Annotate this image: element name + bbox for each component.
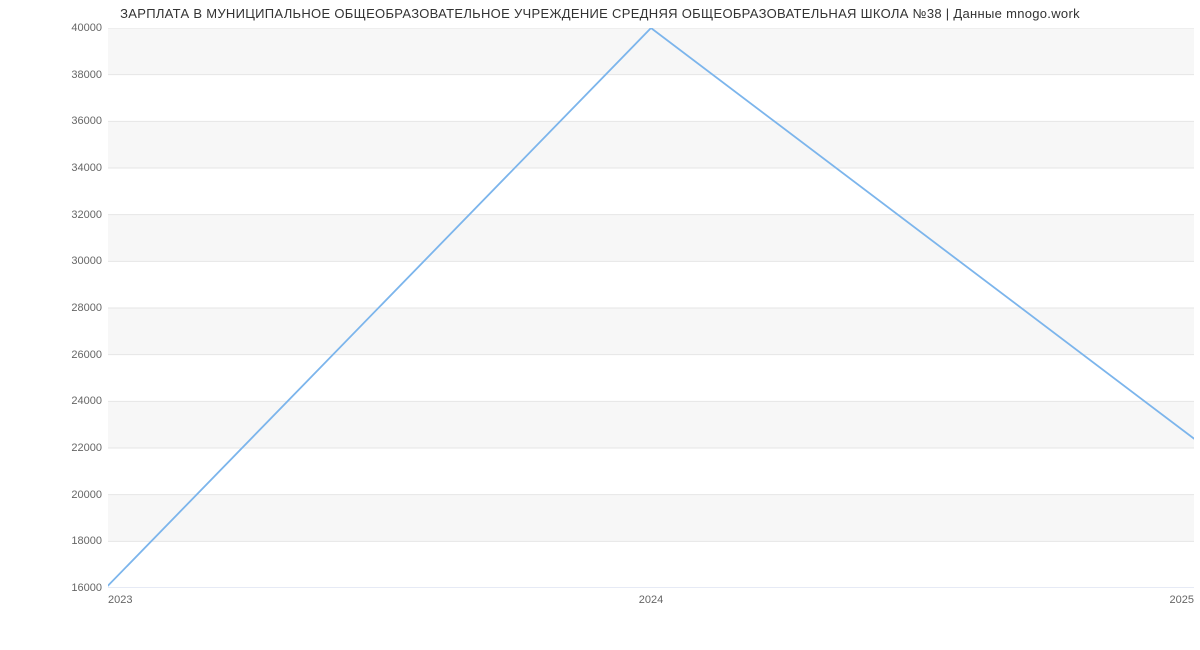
y-tick-label: 18000: [42, 535, 102, 547]
y-tick-label: 24000: [42, 395, 102, 407]
y-tick-label: 26000: [42, 349, 102, 361]
y-tick-label: 16000: [42, 582, 102, 594]
y-tick-label: 30000: [42, 255, 102, 267]
x-tick-label: 2024: [639, 594, 663, 606]
y-tick-label: 36000: [42, 115, 102, 127]
salary-line-chart: ЗАРПЛАТА В МУНИЦИПАЛЬНОЕ ОБЩЕОБРАЗОВАТЕЛ…: [0, 0, 1200, 650]
y-tick-label: 34000: [42, 162, 102, 174]
y-tick-label: 28000: [42, 302, 102, 314]
chart-title: ЗАРПЛАТА В МУНИЦИПАЛЬНОЕ ОБЩЕОБРАЗОВАТЕЛ…: [0, 6, 1200, 21]
x-tick-label: 2025: [1170, 594, 1194, 606]
plot-area: [108, 28, 1194, 588]
y-tick-label: 22000: [42, 442, 102, 454]
y-tick-label: 40000: [42, 22, 102, 34]
y-tick-label: 32000: [42, 209, 102, 221]
plot-svg: [108, 28, 1194, 588]
y-tick-label: 38000: [42, 69, 102, 81]
x-tick-label: 2023: [108, 594, 132, 606]
y-tick-label: 20000: [42, 489, 102, 501]
